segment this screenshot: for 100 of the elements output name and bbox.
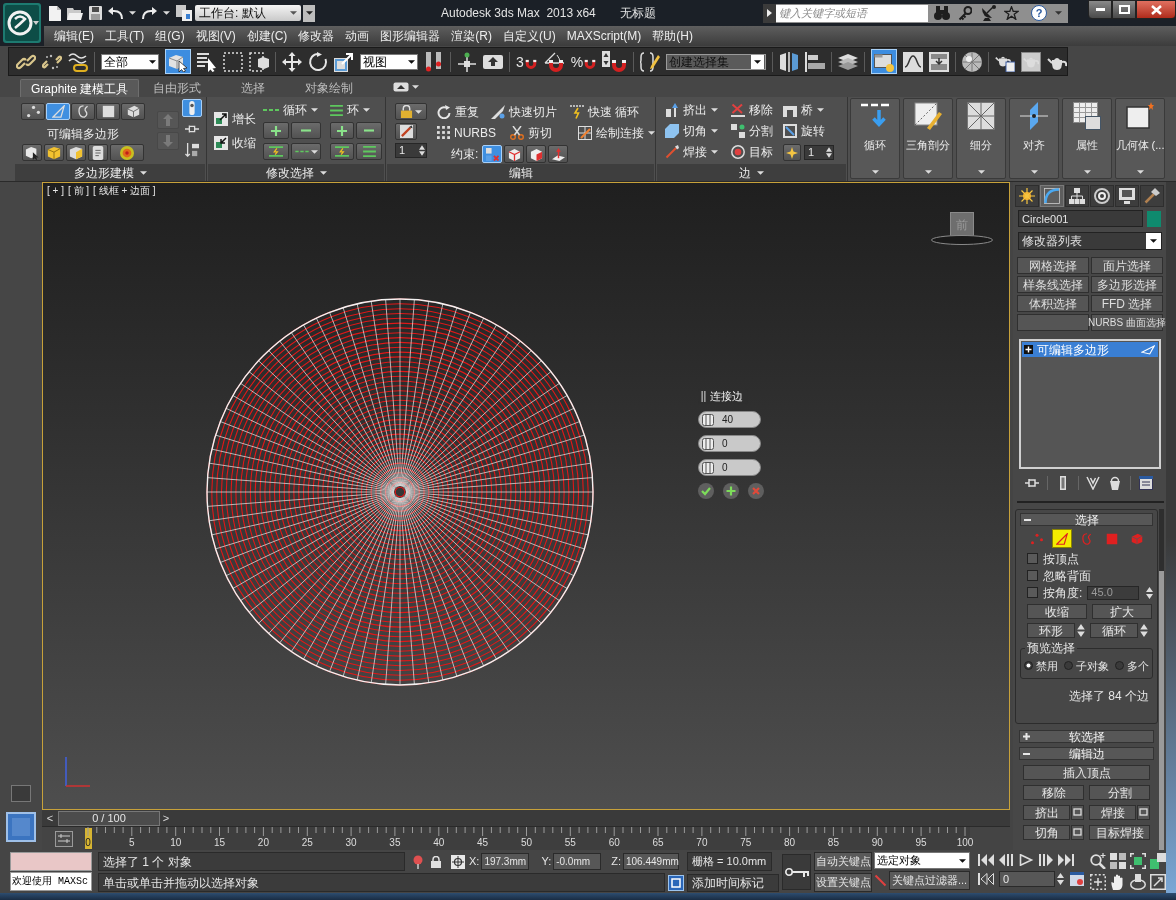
help-button[interactable]: ? — [1031, 5, 1047, 21]
key-icon[interactable] — [958, 5, 972, 21]
command-panel-tab[interactable] — [1065, 185, 1089, 207]
subobject-button[interactable] — [121, 103, 145, 120]
shrink-selection-button[interactable]: 收缩 — [1027, 604, 1087, 619]
script-listener-field[interactable] — [10, 852, 92, 871]
menu-item[interactable]: 自定义(U) — [503, 27, 556, 45]
caret-icon[interactable] — [711, 129, 718, 133]
angle-field[interactable]: 45.0 — [1087, 585, 1139, 600]
menu-item[interactable]: 创建(C) — [246, 27, 288, 45]
edge-tool-button[interactable]: 焊接 — [665, 144, 727, 160]
pin-icon[interactable] — [1025, 476, 1039, 490]
command-panel-tab[interactable] — [1015, 185, 1039, 207]
mini-curve-editor-icon[interactable] — [54, 830, 73, 847]
maximize-button[interactable] — [1112, 0, 1136, 19]
play-icon[interactable] — [1018, 854, 1034, 866]
caret-icon[interactable] — [1150, 239, 1157, 243]
modifier-button[interactable]: FFD 选择 — [1091, 295, 1163, 312]
material-sphere-icon[interactable] — [962, 51, 983, 72]
sparkle-button[interactable] — [783, 144, 801, 161]
settings-box-icon[interactable] — [1137, 805, 1150, 820]
current-frame-marker[interactable] — [85, 828, 92, 849]
ribbon-large-button[interactable]: 循环 — [850, 98, 900, 179]
menu-item[interactable]: 编辑(E) — [54, 27, 94, 45]
caret-icon[interactable] — [412, 85, 420, 89]
checkbox[interactable] — [1027, 587, 1038, 598]
zoom-all-icon[interactable] — [1110, 853, 1126, 869]
edge-tool-button[interactable]: 分割 — [731, 123, 779, 139]
square-icon[interactable] — [11, 785, 31, 802]
checkbox[interactable] — [1027, 553, 1038, 564]
edit-edge-button[interactable]: 切角 — [1023, 825, 1070, 840]
named-selection-dropdown[interactable]: 创建选择集 — [666, 53, 767, 70]
set-key-button[interactable]: 设置关键点 — [814, 873, 872, 892]
command-panel-tab[interactable] — [1090, 185, 1114, 207]
pivot-center-icon[interactable] — [424, 51, 444, 72]
rollout-header[interactable]: 选择 — [1020, 513, 1153, 526]
star-icon[interactable] — [1004, 6, 1019, 20]
grow-ring-button[interactable] — [330, 122, 354, 139]
previous-frame-button[interactable]: < — [42, 810, 58, 826]
cross-icon[interactable] — [748, 483, 764, 499]
caret-icon[interactable] — [408, 59, 415, 64]
shrink-ring-button[interactable] — [356, 122, 382, 139]
caret-icon[interactable] — [149, 59, 156, 64]
caret-icon[interactable] — [163, 11, 170, 15]
modifier-button[interactable]: 体积选择 — [1017, 295, 1089, 312]
new-file-icon[interactable] — [49, 5, 61, 21]
caret-icon[interactable] — [817, 108, 824, 112]
panel-title-button[interactable]: 编辑 — [387, 164, 654, 181]
caret-icon[interactable] — [129, 11, 136, 15]
checkbox[interactable] — [1027, 570, 1038, 581]
configure-list-icon[interactable] — [1138, 476, 1153, 490]
time-config-icon[interactable] — [1070, 872, 1084, 886]
polygon-tool-button[interactable] — [88, 144, 108, 161]
edit-spinner-field[interactable]: 1 — [395, 143, 427, 158]
rotate-icon[interactable] — [308, 51, 328, 72]
save-icon[interactable] — [89, 6, 102, 20]
polygon-tool-button[interactable] — [110, 144, 144, 161]
menu-item[interactable]: 组(G) — [155, 27, 185, 45]
ring-selection-button[interactable]: 环形 — [1027, 623, 1075, 638]
quick-slice-button[interactable]: 快速切片 — [491, 103, 570, 120]
orbit-icon[interactable] — [1130, 874, 1146, 890]
constraint-button[interactable] — [548, 145, 568, 163]
settings-box-icon[interactable] — [1071, 825, 1084, 840]
spinner-arrows-icon[interactable] — [1140, 624, 1148, 637]
point-of-view-label[interactable]: [ 前 ] — [67, 186, 90, 196]
cut-button[interactable]: 剪切 — [510, 124, 578, 141]
caret-icon[interactable] — [757, 170, 764, 175]
menu-item[interactable]: MAXScript(M) — [566, 27, 642, 45]
ribbon-tab[interactable]: 自由形式 — [139, 79, 216, 97]
modifier-button[interactable]: 面片选择 — [1091, 257, 1163, 274]
bucket-icon[interactable] — [1108, 476, 1123, 490]
spinner-arrows-icon[interactable] — [1057, 873, 1064, 885]
caret-icon[interactable] — [959, 858, 966, 863]
menu-item[interactable]: 工具(T) — [105, 27, 145, 45]
shading-mode-label[interactable]: [ 线框 + 边面 ] — [93, 186, 156, 196]
time-slider-thumb[interactable]: 0 / 100 — [58, 810, 160, 826]
loop-button[interactable]: 循环 — [263, 102, 321, 118]
viewport-layout-icon[interactable] — [6, 812, 36, 842]
key-target-dropdown[interactable]: 选定对象 — [874, 852, 970, 869]
polygon-tool-button[interactable] — [22, 144, 42, 161]
radio-option[interactable]: 禁用 — [1024, 657, 1058, 674]
loop-selection-button[interactable]: 循环 — [1090, 623, 1138, 638]
close-button[interactable] — [1136, 0, 1176, 19]
expand-button[interactable] — [763, 3, 776, 23]
rollout-header[interactable]: 软选择 — [1019, 730, 1154, 743]
zoom-extents-all-icon[interactable] — [1150, 853, 1166, 869]
edit-edge-button[interactable]: 分割 — [1089, 785, 1150, 800]
edge-tool-button[interactable]: 挤出 — [665, 102, 727, 118]
key-mode-icon[interactable] — [978, 873, 994, 885]
zoom-region-icon[interactable] — [1090, 874, 1106, 890]
constraint-button[interactable] — [504, 145, 524, 163]
panel-title-button[interactable]: 边 — [657, 164, 846, 181]
menu-item[interactable]: 帮助(H) — [652, 27, 693, 45]
panel-title-button[interactable]: 多边形建模 — [15, 164, 205, 181]
repeat-button[interactable]: 重复 — [437, 103, 491, 120]
compass-ring-icon[interactable] — [931, 235, 993, 245]
object-name-field[interactable]: Circle001 — [1018, 210, 1143, 227]
project-folder-icon[interactable] — [176, 5, 192, 21]
radio-option[interactable]: 子对象 — [1064, 657, 1109, 674]
edge-tool-button[interactable]: 目标 — [731, 144, 779, 160]
